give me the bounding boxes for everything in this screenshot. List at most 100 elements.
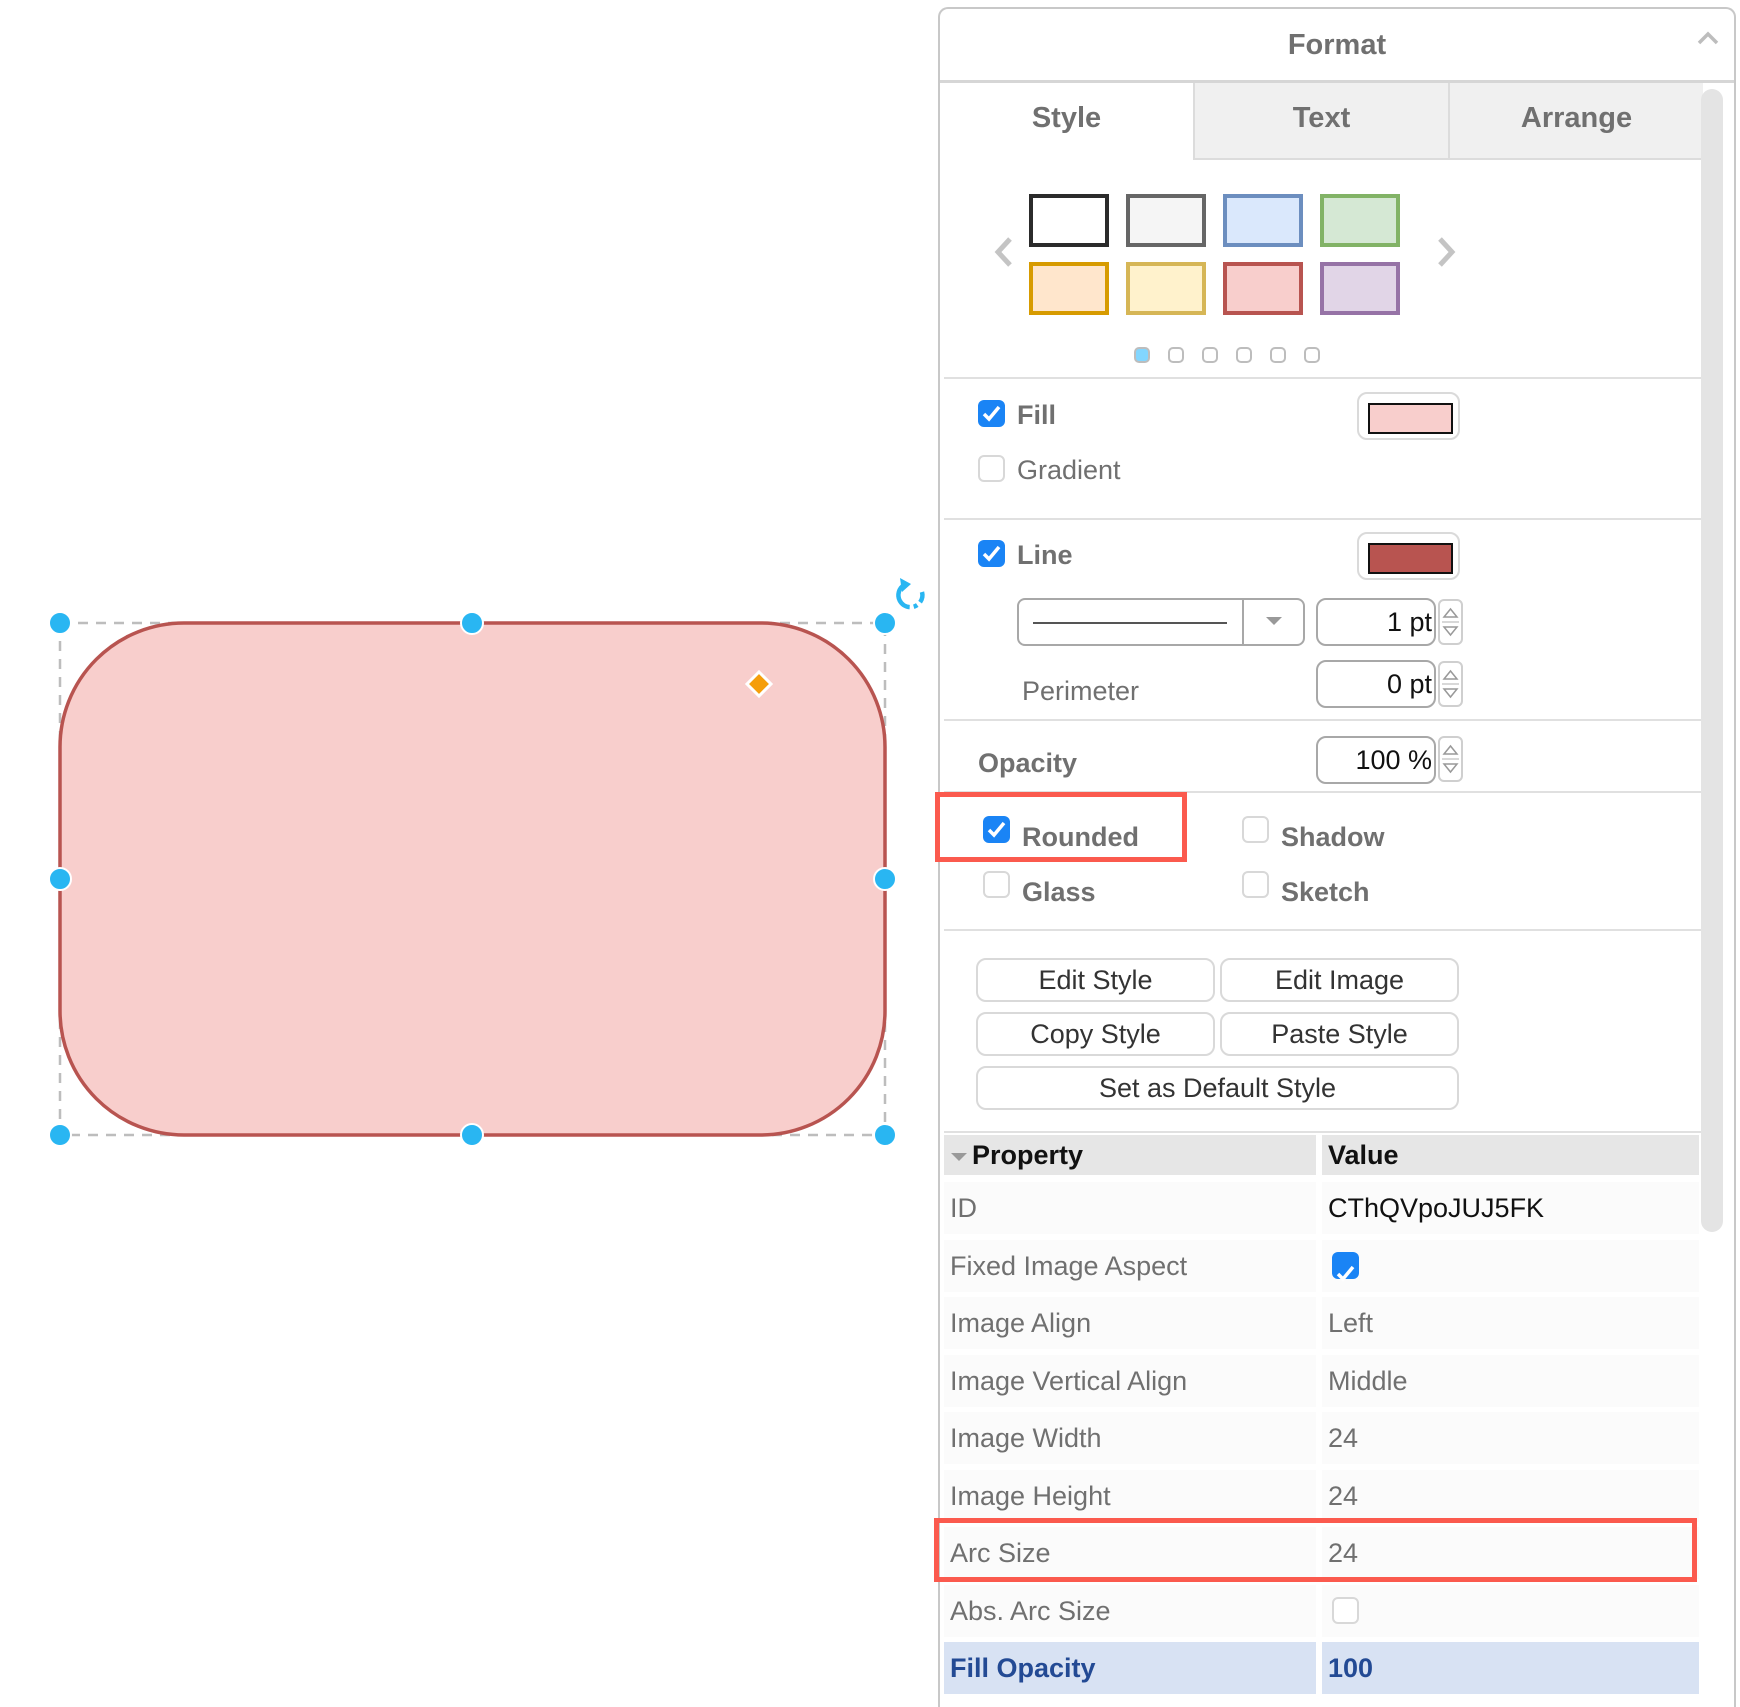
line-style-dropdown[interactable] xyxy=(1017,598,1305,646)
fill-color-button[interactable] xyxy=(1357,392,1460,440)
paste-style-button[interactable]: Paste Style xyxy=(1220,1012,1459,1056)
edit-image-button[interactable]: Edit Image xyxy=(1220,958,1459,1002)
property-checkbox[interactable] xyxy=(1332,1251,1359,1282)
property-row[interactable]: Arc Size 24 xyxy=(944,1527,1699,1579)
property-name: Fixed Image Aspect xyxy=(944,1239,1316,1292)
resize-handle-bottom[interactable] xyxy=(460,1123,484,1147)
swatch-page-dot[interactable] xyxy=(1236,347,1252,363)
dropdown-separator xyxy=(1242,600,1244,644)
property-value[interactable]: CThQVpoJUJ5FK xyxy=(1322,1182,1699,1234)
property-row[interactable]: Image Height 24 xyxy=(944,1469,1699,1522)
divider xyxy=(944,791,1701,793)
property-row[interactable]: Image Width 24 xyxy=(944,1412,1699,1464)
resize-handle-top-left[interactable] xyxy=(48,611,72,635)
panel-scrollbar[interactable] xyxy=(1701,89,1723,1232)
swatch-page-dot[interactable] xyxy=(1134,347,1150,363)
set-default-style-button[interactable]: Set as Default Style xyxy=(976,1066,1459,1110)
tab-text[interactable]: Text xyxy=(1193,83,1448,160)
checkmark-icon xyxy=(982,405,1001,422)
value-column-header: Value xyxy=(1322,1135,1699,1175)
swatch-page-dot[interactable] xyxy=(1304,347,1320,363)
property-checkbox[interactable] xyxy=(1332,1596,1359,1624)
style-swatch[interactable] xyxy=(1126,262,1206,315)
property-name: Image Width xyxy=(944,1412,1316,1464)
property-name: Arc Size xyxy=(944,1527,1316,1579)
property-column-header[interactable]: Property xyxy=(944,1135,1316,1175)
property-value[interactable] xyxy=(1322,1584,1699,1637)
style-swatch[interactable] xyxy=(1320,194,1400,247)
resize-handle-bottom-right[interactable] xyxy=(873,1123,897,1147)
opacity-spinner[interactable] xyxy=(1438,736,1463,782)
divider xyxy=(944,929,1701,931)
style-swatch[interactable] xyxy=(1029,194,1109,247)
perimeter-input[interactable]: 0 pt xyxy=(1316,660,1436,708)
spinner-arrows-icon xyxy=(1442,744,1459,774)
property-value[interactable]: Middle xyxy=(1322,1354,1699,1407)
property-row[interactable]: ID CThQVpoJUJ5FK xyxy=(944,1182,1699,1234)
property-value[interactable]: Left xyxy=(1322,1297,1699,1349)
sketch-checkbox[interactable] xyxy=(1242,871,1269,898)
resize-handle-right[interactable] xyxy=(873,867,897,891)
edit-style-button[interactable]: Edit Style xyxy=(976,958,1215,1002)
triangle-down-icon[interactable] xyxy=(950,1151,968,1163)
rounded-checkbox[interactable] xyxy=(983,816,1010,843)
fill-label: Fill xyxy=(1017,400,1056,430)
style-swatch[interactable] xyxy=(1320,262,1400,315)
property-value[interactable]: 24 xyxy=(1322,1527,1699,1579)
tab-style[interactable]: Style xyxy=(940,83,1193,160)
chevron-up-icon[interactable] xyxy=(1696,27,1720,51)
diagram-canvas[interactable] xyxy=(0,0,930,1690)
style-swatch[interactable] xyxy=(1223,194,1303,247)
opacity-label: Opacity xyxy=(978,748,1078,778)
property-header-label: Property xyxy=(972,1140,1084,1170)
rotate-handle-icon[interactable] xyxy=(896,578,925,610)
property-row[interactable]: Image Align Left xyxy=(944,1297,1699,1349)
property-name: Image Vertical Align xyxy=(944,1354,1316,1407)
resize-handle-bottom-left[interactable] xyxy=(48,1123,72,1147)
gradient-checkbox[interactable] xyxy=(978,455,1005,482)
tab-arrange[interactable]: Arrange xyxy=(1448,83,1703,160)
property-value[interactable] xyxy=(1322,1239,1699,1292)
line-color-button[interactable] xyxy=(1357,532,1460,580)
property-value[interactable]: 24 xyxy=(1322,1412,1699,1464)
property-row[interactable]: Fill Opacity 100 xyxy=(944,1642,1699,1694)
line-checkbox[interactable] xyxy=(978,540,1005,567)
property-name: Fill Opacity xyxy=(944,1642,1316,1694)
property-value[interactable]: 24 xyxy=(1322,1469,1699,1522)
spinner-arrows-icon xyxy=(1442,607,1459,637)
chevron-left-icon[interactable] xyxy=(992,235,1016,269)
rounded-rectangle-shape[interactable] xyxy=(58,621,887,1137)
perimeter-spinner[interactable] xyxy=(1438,661,1463,707)
checkmark-icon xyxy=(982,545,1001,562)
copy-style-button[interactable]: Copy Style xyxy=(976,1012,1215,1056)
property-row[interactable]: Image Vertical Align Middle xyxy=(944,1354,1699,1407)
line-width-spinner[interactable] xyxy=(1438,599,1463,645)
resize-handle-top[interactable] xyxy=(460,611,484,635)
line-width-input[interactable]: 1 pt xyxy=(1316,598,1436,646)
style-swatch[interactable] xyxy=(1126,194,1206,247)
panel-title: Format xyxy=(1287,29,1387,61)
style-swatch[interactable] xyxy=(1029,262,1109,315)
glass-checkbox[interactable] xyxy=(983,871,1010,898)
caret-down-icon xyxy=(1266,617,1282,625)
properties-header-row: Property Value xyxy=(944,1135,1699,1187)
shadow-checkbox[interactable] xyxy=(1242,816,1269,843)
resize-handle-left[interactable] xyxy=(48,867,72,891)
resize-handle-top-right[interactable] xyxy=(873,611,897,635)
swatch-page-dot[interactable] xyxy=(1202,347,1218,363)
line-color-swatch xyxy=(1368,543,1453,574)
fill-checkbox[interactable] xyxy=(978,400,1005,427)
property-value[interactable]: 100 xyxy=(1322,1642,1699,1694)
divider xyxy=(944,377,1701,379)
swatch-page-dot[interactable] xyxy=(1168,347,1184,363)
format-panel: Format Style Text Arrange Fill Gradient … xyxy=(938,7,1736,1707)
property-row[interactable]: Abs. Arc Size xyxy=(944,1584,1699,1637)
chevron-right-icon[interactable] xyxy=(1434,235,1458,269)
line-pattern-preview xyxy=(1033,622,1227,624)
style-swatch[interactable] xyxy=(1223,262,1303,315)
swatch-page-dot[interactable] xyxy=(1270,347,1286,363)
rounded-label: Rounded xyxy=(1022,822,1139,852)
property-row[interactable]: Fixed Image Aspect xyxy=(944,1239,1699,1292)
property-name: Image Align xyxy=(944,1297,1316,1349)
opacity-input[interactable]: 100 % xyxy=(1316,736,1436,784)
